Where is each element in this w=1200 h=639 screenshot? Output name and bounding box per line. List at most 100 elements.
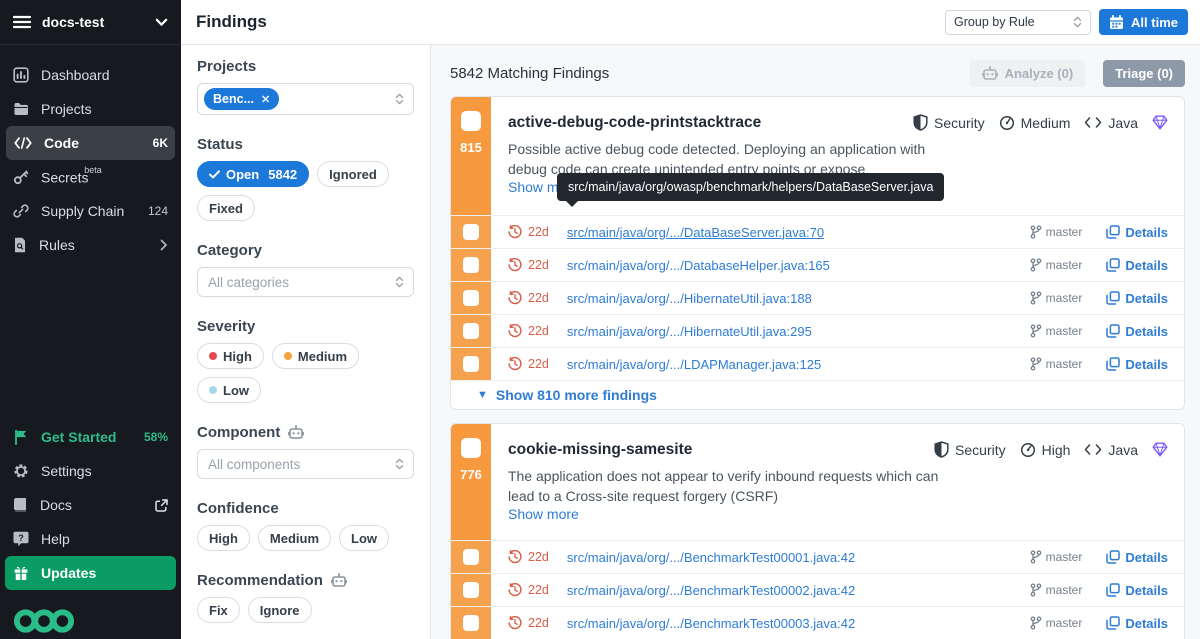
- semgrep-logo[interactable]: [13, 606, 181, 636]
- language-tag[interactable]: Java: [1084, 442, 1138, 458]
- rule-name[interactable]: active-debug-code-printstacktrace: [508, 114, 913, 132]
- group-checkbox[interactable]: [461, 111, 481, 131]
- sidebar-item-docs[interactable]: Docs: [0, 488, 181, 522]
- rule-name[interactable]: cookie-missing-samesite: [508, 441, 934, 459]
- time-range-label: All time: [1131, 15, 1178, 30]
- analyze-button[interactable]: Analyze (0): [970, 60, 1086, 87]
- details-link[interactable]: Details: [1106, 357, 1168, 372]
- git-branch-icon: [1030, 583, 1042, 597]
- sidebar-item-supply-chain[interactable]: Supply Chain 124: [0, 194, 181, 228]
- severity-tag[interactable]: Medium: [999, 115, 1071, 131]
- sidebar-item-dashboard[interactable]: Dashboard: [0, 58, 181, 92]
- book-icon: [13, 497, 28, 513]
- org-switcher[interactable]: docs-test: [0, 0, 181, 45]
- finding-age: 22d: [528, 550, 549, 564]
- details-link[interactable]: Details: [1106, 225, 1168, 240]
- category-select[interactable]: All categories: [197, 267, 414, 297]
- status-open-pill[interactable]: Open5842: [197, 161, 309, 187]
- details-link[interactable]: Details: [1106, 616, 1168, 631]
- sidebar-item-updates[interactable]: Updates: [5, 556, 176, 590]
- row-checkbox[interactable]: [463, 323, 479, 339]
- confidence-medium-pill[interactable]: Medium: [258, 525, 331, 551]
- finding-group-card: src/main/java/org/owasp/benchmark/helper…: [450, 96, 1185, 410]
- finding-row: 22d src/main/java/org/.../BenchmarkTest0…: [451, 540, 1184, 573]
- finding-file-link[interactable]: src/main/java/org/.../LDAPManager.java:1…: [567, 357, 1024, 372]
- sidebar-item-rules[interactable]: Rules: [0, 228, 181, 262]
- row-checkbox[interactable]: [463, 582, 479, 598]
- finding-file-link[interactable]: src/main/java/org/.../HibernateUtil.java…: [567, 324, 1024, 339]
- category-tag[interactable]: Security: [934, 441, 1006, 458]
- chevron-down-icon[interactable]: [155, 18, 168, 27]
- sidebar-item-projects[interactable]: Projects: [0, 92, 181, 126]
- row-select-strip: [451, 216, 491, 248]
- row-checkbox[interactable]: [463, 356, 479, 372]
- status-fixed-pill[interactable]: Fixed: [197, 195, 255, 221]
- remove-chip-icon[interactable]: ✕: [261, 93, 270, 106]
- finding-file-link[interactable]: src/main/java/org/.../BenchmarkTest00002…: [567, 583, 1024, 598]
- details-link[interactable]: Details: [1106, 583, 1168, 598]
- finding-file-link[interactable]: src/main/java/org/.../DataBaseServer.jav…: [567, 225, 1024, 240]
- severity-low-pill[interactable]: Low: [197, 377, 261, 403]
- filter-severity: Severity High Medium Low: [197, 317, 414, 403]
- window-details-icon: [1106, 583, 1120, 597]
- details-link[interactable]: Details: [1106, 550, 1168, 565]
- component-select[interactable]: All components: [197, 449, 414, 479]
- chain-link-icon: [13, 203, 29, 219]
- confidence-high-pill[interactable]: High: [197, 525, 250, 551]
- row-checkbox[interactable]: [463, 615, 479, 631]
- language-tag[interactable]: Java: [1084, 115, 1138, 131]
- row-checkbox[interactable]: [463, 257, 479, 273]
- recommendation-fix-pill[interactable]: Fix: [197, 597, 240, 623]
- history-clock-icon: [508, 357, 522, 371]
- row-checkbox[interactable]: [463, 549, 479, 565]
- finding-file-link[interactable]: src/main/java/org/.../DatabaseHelper.jav…: [567, 258, 1024, 273]
- confidence-low-pill[interactable]: Low: [339, 525, 389, 551]
- gem-pro-icon[interactable]: [1152, 115, 1168, 130]
- robot-icon: [982, 66, 998, 80]
- file-path-tooltip: src/main/java/org/owasp/benchmark/helper…: [557, 173, 944, 201]
- category-tag[interactable]: Security: [913, 114, 985, 131]
- sidebar-item-help[interactable]: ? Help: [0, 522, 181, 556]
- details-link[interactable]: Details: [1106, 324, 1168, 339]
- recommendation-ignore-pill[interactable]: Ignore: [248, 597, 312, 623]
- severity-tag[interactable]: High: [1020, 442, 1071, 458]
- sidebar-item-get-started[interactable]: Get Started 58%: [0, 420, 181, 454]
- hamburger-menu-icon[interactable]: [13, 15, 31, 29]
- select-chevrons-icon: [1073, 16, 1082, 28]
- gem-pro-icon[interactable]: [1152, 442, 1168, 457]
- group-checkbox[interactable]: [461, 438, 481, 458]
- show-more-link[interactable]: Show more: [508, 506, 579, 522]
- sidebar-item-code[interactable]: Code 6K: [6, 126, 175, 160]
- filter-projects: Projects Benc...✕: [197, 57, 414, 115]
- window-details-icon: [1106, 357, 1120, 371]
- project-chip[interactable]: Benc...✕: [204, 88, 279, 110]
- finding-file-link[interactable]: src/main/java/org/.../HibernateUtil.java…: [567, 291, 1024, 306]
- sidebar-item-secrets[interactable]: Secrets beta: [0, 160, 181, 194]
- branch-label: master: [1030, 357, 1083, 371]
- row-select-strip: [451, 249, 491, 281]
- finding-file-link[interactable]: src/main/java/org/.../BenchmarkTest00003…: [567, 616, 1024, 631]
- row-checkbox[interactable]: [463, 290, 479, 306]
- row-checkbox[interactable]: [463, 224, 479, 240]
- severity-medium-pill[interactable]: Medium: [272, 343, 359, 369]
- filter-label: Recommendation: [197, 572, 323, 589]
- details-link[interactable]: Details: [1106, 291, 1168, 306]
- high-severity-dot: [209, 352, 217, 360]
- git-branch-icon: [1030, 357, 1042, 371]
- window-details-icon: [1106, 550, 1120, 564]
- details-link[interactable]: Details: [1106, 258, 1168, 273]
- calendar-icon: [1109, 15, 1124, 30]
- group-by-select[interactable]: Group by Rule: [945, 10, 1091, 35]
- show-more-findings[interactable]: ▼ Show 810 more findings: [451, 380, 1184, 409]
- triage-button[interactable]: Triage (0): [1103, 60, 1185, 87]
- sidebar-item-label: Dashboard: [41, 67, 168, 83]
- status-ignored-pill[interactable]: Ignored: [317, 161, 389, 187]
- time-range-button[interactable]: All time: [1099, 9, 1188, 35]
- get-started-progress: 58%: [144, 430, 168, 444]
- severity-high-pill[interactable]: High: [197, 343, 264, 369]
- sidebar-item-settings[interactable]: Settings: [0, 454, 181, 488]
- projects-select[interactable]: Benc...✕: [197, 83, 414, 115]
- sidebar-item-label: Get Started: [41, 429, 132, 445]
- git-branch-icon: [1030, 291, 1042, 305]
- finding-file-link[interactable]: src/main/java/org/.../BenchmarkTest00001…: [567, 550, 1024, 565]
